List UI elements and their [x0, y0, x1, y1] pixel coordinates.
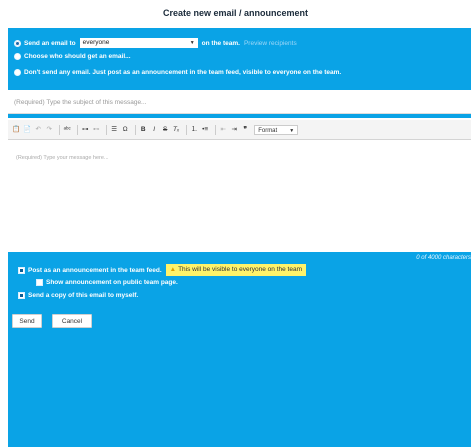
- spellcheck-icon[interactable]: ᵃᵇᶜ: [63, 125, 71, 135]
- toolbar-separator: [77, 124, 79, 135]
- blockquote-icon[interactable]: ❞: [241, 125, 249, 135]
- numbered-list-icon[interactable]: ⒈: [190, 125, 198, 135]
- copy-myself-label: Send a copy of this email to myself.: [28, 292, 139, 299]
- character-counter: 0 of 4000 characters: [416, 255, 471, 261]
- send-email-prefix: Send an email to: [24, 39, 76, 47]
- link-icon[interactable]: ⊶: [81, 125, 89, 135]
- choose-recipients-label: Choose who should get an email...: [24, 53, 131, 60]
- paste-icon[interactable]: 📋: [12, 125, 20, 135]
- choose-recipients-radio[interactable]: [14, 53, 21, 60]
- choose-recipients-option[interactable]: Choose who should get an email...: [14, 53, 131, 60]
- post-announcement-label: Post as an announcement in the team feed…: [28, 266, 162, 274]
- cancel-button[interactable]: Cancel: [52, 314, 92, 328]
- copy-myself-checkbox[interactable]: [18, 292, 25, 299]
- recipient-select[interactable]: everyone ▼: [79, 38, 198, 48]
- chevron-down-icon: ▼: [289, 127, 295, 134]
- no-email-label: Don't send any email. Just post as an an…: [24, 69, 342, 76]
- chevron-down-icon: ▼: [189, 40, 195, 46]
- format-select-label: Format: [258, 127, 278, 134]
- post-announcement-checkbox[interactable]: [18, 266, 25, 274]
- send-email-radio[interactable]: [14, 39, 21, 47]
- visibility-warning-text: This will be visible to everyone on the …: [178, 266, 303, 273]
- send-button[interactable]: Send: [12, 314, 42, 328]
- bulleted-list-icon[interactable]: •≡: [201, 125, 209, 135]
- footer-panel: 0 of 4000 characters Post as an announce…: [8, 252, 471, 447]
- public-page-option[interactable]: Show announcement on public team page.: [36, 279, 178, 286]
- toolbar-separator: [215, 124, 217, 135]
- message-placeholder: (Required) Type your message here...: [16, 155, 109, 161]
- left-gutter: [0, 28, 8, 90]
- subject-input[interactable]: (Required) Type the subject of this mess…: [8, 92, 471, 114]
- copy-myself-option[interactable]: Send a copy of this email to myself.: [18, 292, 138, 299]
- public-page-label: Show announcement on public team page.: [46, 279, 178, 286]
- send-email-suffix: on the team.: [201, 39, 240, 47]
- unlink-icon[interactable]: ⊷: [92, 125, 100, 135]
- send-email-option[interactable]: Send an email to everyone ▼ on the team. …: [14, 38, 297, 48]
- horizontal-rule-icon[interactable]: ☰: [110, 125, 118, 135]
- message-editor[interactable]: (Required) Type your message here...: [8, 141, 471, 252]
- toolbar-separator: [135, 124, 137, 135]
- post-announcement-option[interactable]: Post as an announcement in the team feed…: [18, 264, 307, 276]
- editor-toolbar: 📋 📄 ↶ ↷ ᵃᵇᶜ ⊶ ⊷ ☰ Ω B I S Tₓ ⒈ •≡ ⇤ ⇥ ❞ …: [8, 120, 471, 140]
- public-page-checkbox[interactable]: [36, 279, 43, 286]
- undo-icon[interactable]: ↶: [34, 125, 42, 135]
- toolbar-separator: [106, 124, 108, 135]
- special-char-icon[interactable]: Ω: [121, 125, 129, 135]
- toolbar-separator: [59, 124, 61, 135]
- indent-icon[interactable]: ⇥: [230, 125, 238, 135]
- page-title: Create new email / announcement: [162, 8, 309, 18]
- outdent-icon[interactable]: ⇤: [219, 125, 227, 135]
- italic-icon[interactable]: I: [150, 125, 158, 135]
- recipient-options-panel: Send an email to everyone ▼ on the team. …: [8, 28, 471, 90]
- remove-format-icon[interactable]: Tₓ: [172, 125, 180, 135]
- toolbar-separator: [186, 124, 188, 135]
- strike-icon[interactable]: S: [161, 125, 169, 135]
- visibility-warning: ▲ This will be visible to everyone on the…: [165, 264, 307, 276]
- warning-icon: ▲: [169, 266, 177, 273]
- bold-icon[interactable]: B: [139, 125, 147, 135]
- preview-recipients-link[interactable]: Preview recipients: [244, 40, 297, 47]
- paste-text-icon[interactable]: 📄: [23, 125, 31, 135]
- redo-icon[interactable]: ↷: [45, 125, 53, 135]
- format-select[interactable]: Format ▼: [254, 124, 299, 135]
- no-email-option[interactable]: Don't send any email. Just post as an an…: [14, 69, 341, 76]
- no-email-radio[interactable]: [14, 69, 21, 76]
- divider: [8, 114, 471, 118]
- recipient-select-value: everyone: [82, 39, 110, 46]
